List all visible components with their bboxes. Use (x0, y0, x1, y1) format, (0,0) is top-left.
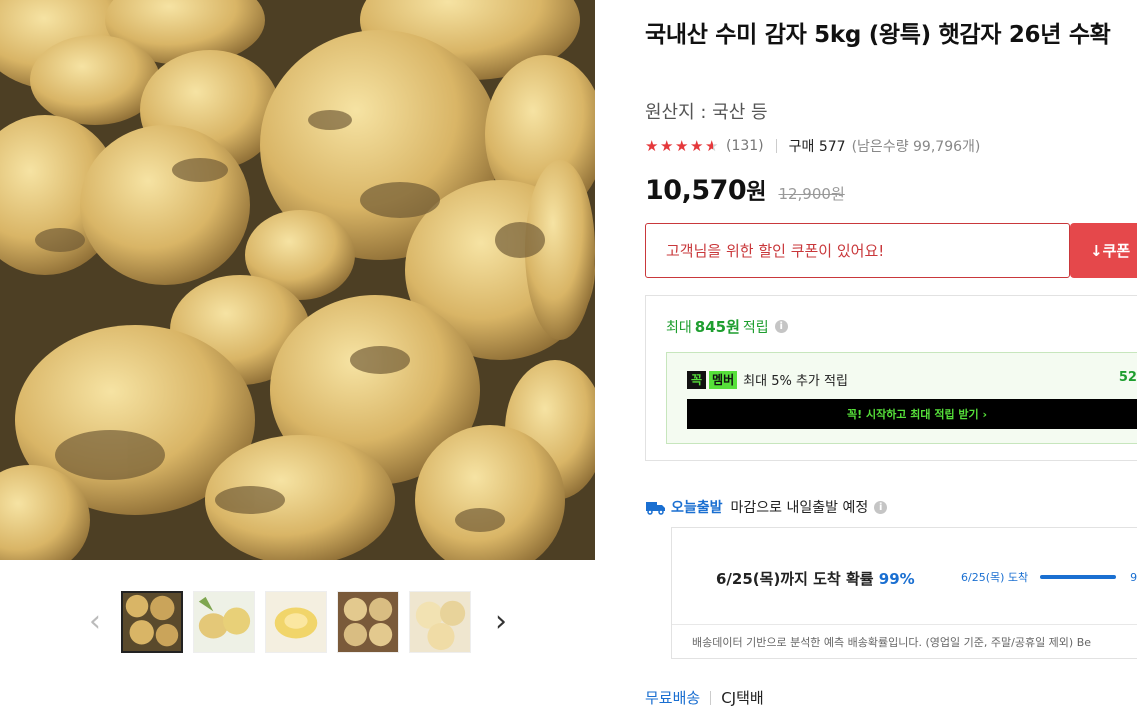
arrival-probability-box: 6/25(목)까지 도착 확률 99% 6/25(목) 도착 9 배송데이터 기… (671, 527, 1137, 659)
chevron-left-icon: ‹ (89, 603, 101, 639)
membership-start-button[interactable]: 꼭! 시작하고 최대 적립 받기 › (687, 399, 1137, 429)
sale-price: 10,570 (645, 175, 747, 206)
arrival-probability: 6/25(목)까지 도착 확률 99% (716, 568, 915, 589)
membership-promo: 꼭 멤버 최대 5% 추가 적립 528 꼭! 시작하고 최대 적립 받기 › (666, 352, 1137, 444)
divider (775, 139, 777, 153)
star-icon: ★ (660, 136, 674, 155)
reward-box: 최대 845원 적립 i 꼭 멤버 최대 5% 추가 적립 528 꼭! 시작하… (645, 295, 1137, 461)
reward-suffix: 적립 (742, 319, 769, 336)
arrival-date-text: 6/25(목)까지 도착 확률 (716, 570, 874, 588)
thumbnail-item[interactable] (193, 591, 255, 653)
graph-label: 6/25(목) 도착 (961, 571, 1029, 584)
coupon-notice: 고객님을 위한 할인 쿠폰이 있어요! (645, 223, 1070, 278)
free-shipping-label: 무료배송 (645, 689, 701, 707)
max-reward: 최대 845원 적립 i (666, 316, 788, 337)
member-reward-amount: 528 (1118, 370, 1137, 385)
purchase-count: 구매 577 (788, 139, 846, 155)
arrival-graph: 6/25(목) 도착 9 (961, 569, 1137, 585)
price-row: 10,570 원 12,900원 (645, 174, 845, 206)
reward-amount: 845원 (694, 318, 740, 336)
divider (672, 624, 1137, 625)
member-badge-label: 멤버 (709, 370, 738, 389)
thumbnail-item[interactable] (337, 591, 399, 653)
product-info-panel: 국내산 수미 감자 5kg (왕특) 햇감자 26년 수확 원산지 : 국산 등… (645, 0, 1137, 719)
original-price: 12,900원 (778, 185, 845, 203)
rating-stars[interactable]: ★ ★ ★ ★ ★ (645, 136, 720, 155)
member-badge: 꼭 (687, 370, 707, 389)
today-shipping-label: 오늘출발 (671, 500, 723, 516)
today-shipping-text: 마감으로 내일출발 예정 (730, 500, 869, 516)
thumbnail-prev-button[interactable]: ‹ (80, 590, 110, 652)
graph-value: 9 (1130, 570, 1137, 584)
thumbnail-strip (121, 591, 471, 653)
chevron-right-icon: › (495, 603, 507, 639)
divider (710, 690, 712, 705)
arrival-note: 배송데이터 기반으로 분석한 예측 배송확률입니다. (영업일 기준, 주말/공… (692, 636, 1092, 649)
star-icon: ★ (675, 136, 689, 155)
truck-icon (646, 502, 665, 515)
thumbnail-item[interactable] (409, 591, 471, 653)
info-icon[interactable]: i (774, 320, 788, 333)
today-shipping-row: 오늘출발 마감으로 내일출발 예정 i (645, 497, 888, 517)
price-unit: 원 (746, 180, 767, 205)
thumbnail-item[interactable] (121, 591, 183, 653)
thumbnail-item[interactable] (265, 591, 327, 653)
product-title: 국내산 수미 감자 5kg (왕특) 햇감자 26년 수확 (645, 22, 1111, 48)
rating-row: ★ ★ ★ ★ ★ (131) 구매 577 (남은수량 99,796개) (645, 135, 980, 157)
membership-row: 꼭 멤버 최대 5% 추가 적립 (687, 370, 848, 389)
coupon-download-button[interactable]: ↓쿠폰 (1070, 223, 1137, 278)
reward-prefix: 최대 (666, 319, 692, 336)
courier-name: CJ택배 (721, 689, 764, 707)
star-icon: ★ (645, 136, 659, 155)
product-origin: 원산지 : 국산 등 (645, 102, 768, 123)
info-icon[interactable]: i (874, 500, 888, 514)
arrival-percent: 99% (878, 570, 915, 588)
delivery-row: 무료배송 CJ택배 (645, 687, 764, 708)
graph-bar (1040, 575, 1117, 579)
thumbnail-next-button[interactable]: › (486, 590, 516, 652)
stock-remaining: (남은수량 99,796개) (851, 139, 981, 155)
member-benefit-text: 최대 5% 추가 적립 (743, 374, 848, 389)
half-star-icon: ★ (705, 136, 719, 155)
star-icon: ★ (690, 136, 704, 155)
product-main-image (0, 0, 595, 560)
review-count-link[interactable]: (131) (726, 138, 764, 154)
